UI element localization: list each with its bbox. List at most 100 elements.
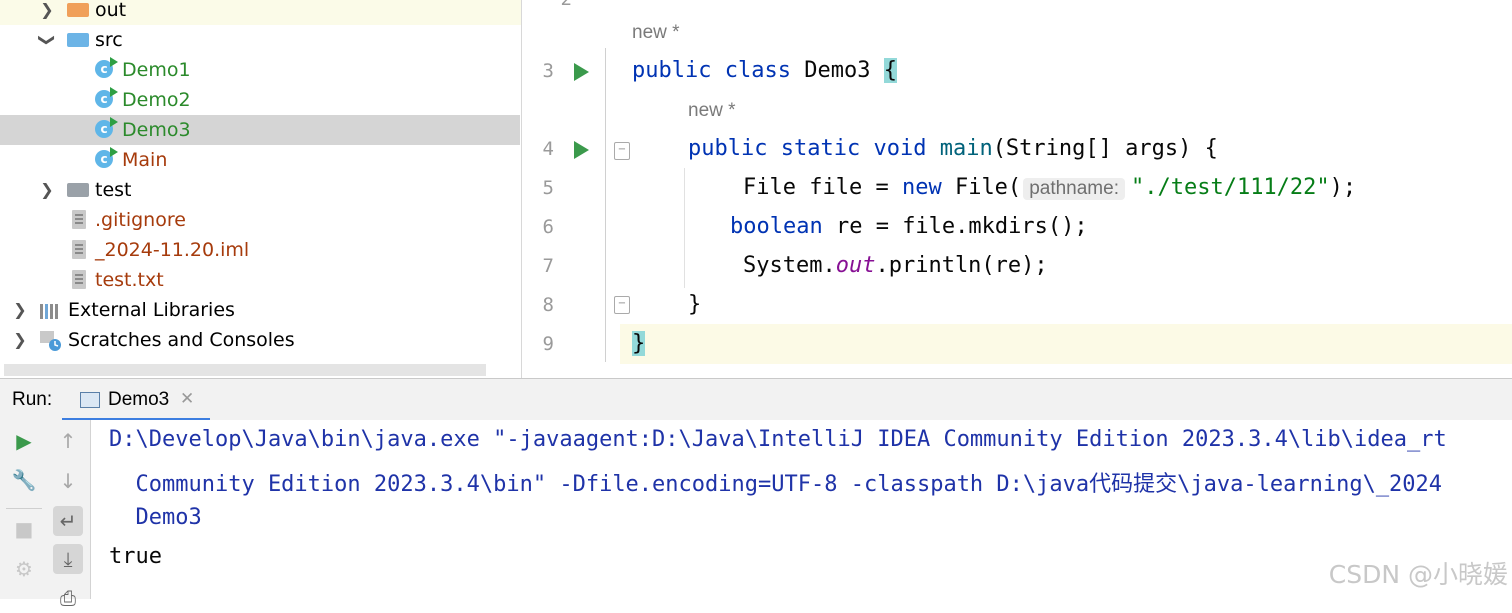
keyword: new — [901, 175, 942, 200]
folder-icon — [67, 180, 89, 200]
author-hint: new * — [632, 22, 680, 43]
run-tool-window-header: Run: Demo3 ✕ — [0, 378, 1512, 422]
code-line-7[interactable]: System.out.println(re); — [743, 253, 1048, 278]
project-tool-window: ❯ out ❯ src c Demo1 c Demo2 c Demo3 c Ma… — [0, 0, 522, 378]
tree-item-gitignore[interactable]: .gitignore — [0, 205, 521, 235]
code-text: re = file.mkdirs(); — [822, 214, 1088, 239]
tree-item-label: Scratches and Consoles — [68, 329, 295, 351]
tree-item-src[interactable]: ❯ src — [0, 25, 521, 55]
chevron-right-icon[interactable]: ❯ — [10, 325, 30, 355]
console-output[interactable]: D:\Develop\Java\bin\java.exe "-javaagent… — [91, 420, 1512, 599]
print-icon[interactable]: ⎙ — [53, 583, 83, 613]
code-line-9[interactable]: } — [632, 331, 646, 356]
run-tab-demo3[interactable]: Demo3 ✕ — [62, 379, 210, 421]
tree-item-external-libraries[interactable]: ❯ External Libraries — [0, 295, 521, 325]
code-line-5[interactable]: File file = new File(pathname: "./test/11… — [743, 175, 1356, 200]
code-text: .println(re); — [875, 253, 1048, 278]
code-text: System. — [743, 253, 836, 278]
keyword: class — [724, 58, 791, 83]
soft-wrap-icon[interactable]: ↵ — [53, 506, 83, 536]
code-line-4[interactable]: public static void main(String[] args) { — [688, 136, 1218, 161]
code-line-6[interactable]: boolean re = file.mkdirs(); — [730, 214, 1088, 239]
code-editor[interactable]: 2 3 4 5 6 7 8 9 − − new * public class D… — [522, 0, 1512, 378]
keyword: public — [632, 58, 712, 83]
tab-label: Demo3 — [108, 389, 170, 410]
line-number: 3 — [542, 60, 554, 82]
line-number: 6 — [542, 216, 554, 238]
current-line-highlight — [522, 324, 1512, 364]
chevron-right-icon[interactable]: ❯ — [10, 295, 30, 325]
tree-item-label: .gitignore — [95, 209, 186, 231]
tree-item-iml[interactable]: _2024-11.20.iml — [0, 235, 521, 265]
wrench-icon[interactable]: 🔧 — [9, 465, 39, 495]
tree-item-scratches[interactable]: ❯ Scratches and Consoles — [0, 325, 521, 355]
stop-icon[interactable]: ■ — [9, 514, 39, 544]
watermark: CSDN @小晓媛 — [1328, 560, 1508, 589]
folder-icon — [67, 0, 89, 20]
chevron-right-icon[interactable]: ❯ — [37, 175, 57, 205]
chevron-down-icon[interactable]: ❯ — [32, 30, 62, 50]
console-line: D:\Develop\Java\bin\java.exe "-javaagent… — [109, 427, 1447, 452]
tree-item-label: test.txt — [95, 269, 164, 291]
static-field: out — [835, 253, 876, 278]
keyword: public — [688, 136, 768, 161]
line-number: 2 — [532, 0, 572, 10]
rerun-icon[interactable]: ▶ — [9, 426, 39, 456]
ignore-file-icon — [70, 210, 92, 230]
horizontal-scrollbar[interactable] — [4, 364, 486, 376]
tree-item-label: src — [95, 29, 123, 51]
tree-item-label: Demo3 — [122, 119, 191, 141]
code-line-3[interactable]: public class Demo3 { — [632, 58, 897, 83]
run-main-icon[interactable] — [574, 141, 589, 159]
run-class-icon[interactable] — [574, 63, 589, 81]
java-class-icon: c — [95, 117, 118, 140]
code-text: File file = — [743, 175, 902, 200]
tree-item-label: Demo1 — [122, 59, 191, 81]
fold-icon[interactable]: − — [614, 296, 630, 314]
tree-item-test-txt[interactable]: test.txt — [0, 265, 521, 295]
java-class-icon: c — [95, 87, 118, 110]
author-hint: new * — [688, 100, 736, 121]
module-file-icon — [70, 240, 92, 260]
method-name: main — [939, 136, 993, 161]
console-line: Demo3 — [109, 505, 202, 530]
close-icon[interactable]: ✕ — [180, 389, 194, 409]
line-number: 8 — [542, 294, 554, 316]
tree-item-label: External Libraries — [68, 299, 235, 321]
code-line-8[interactable]: } — [688, 292, 701, 317]
libraries-icon — [39, 300, 61, 320]
fold-icon[interactable]: − — [614, 142, 630, 160]
code-text: (String[] args) { — [992, 136, 1218, 161]
parameter-hint: pathname: — [1023, 178, 1125, 200]
run-toolbar: ▶ ↑ 🔧 ↓ ■ ↵ ⚙ ⤓ ⎙ — [0, 420, 91, 610]
down-arrow-icon[interactable]: ↓ — [53, 466, 83, 496]
debug-icon[interactable]: ⚙ — [9, 554, 39, 584]
keyword: void — [873, 136, 927, 161]
tree-item-main[interactable]: c Main — [0, 145, 521, 175]
matched-brace: } — [632, 331, 646, 356]
code-text: ); — [1329, 175, 1357, 200]
scroll-to-end-icon[interactable]: ⤓ — [53, 544, 83, 574]
gutter-divider — [605, 48, 606, 362]
keyword: boolean — [730, 214, 823, 239]
console-line: Community Edition 2023.3.4\bin" -Dfile.e… — [109, 472, 1443, 497]
tree-item-test[interactable]: ❯ test — [0, 175, 521, 205]
tree-item-label: _2024-11.20.iml — [95, 239, 250, 261]
tree-item-demo2[interactable]: c Demo2 — [0, 85, 521, 115]
code-text: File( — [941, 175, 1022, 200]
scratches-icon — [39, 330, 61, 351]
console-line: true — [109, 544, 162, 569]
console-icon — [80, 392, 100, 408]
indent-guide — [684, 168, 685, 288]
tree-item-demo3[interactable]: c Demo3 — [0, 115, 520, 145]
chevron-right-icon[interactable]: ❯ — [37, 0, 57, 25]
line-number: 5 — [542, 177, 554, 199]
tree-item-demo1[interactable]: c Demo1 — [0, 55, 521, 85]
tree-item-out[interactable]: ❯ out — [0, 0, 521, 25]
tree-item-label: out — [95, 0, 127, 21]
text-file-icon — [70, 270, 92, 290]
up-arrow-icon[interactable]: ↑ — [53, 426, 83, 456]
run-label: Run: — [12, 389, 53, 410]
line-number: 7 — [542, 255, 554, 277]
tree-item-label: test — [95, 179, 132, 201]
